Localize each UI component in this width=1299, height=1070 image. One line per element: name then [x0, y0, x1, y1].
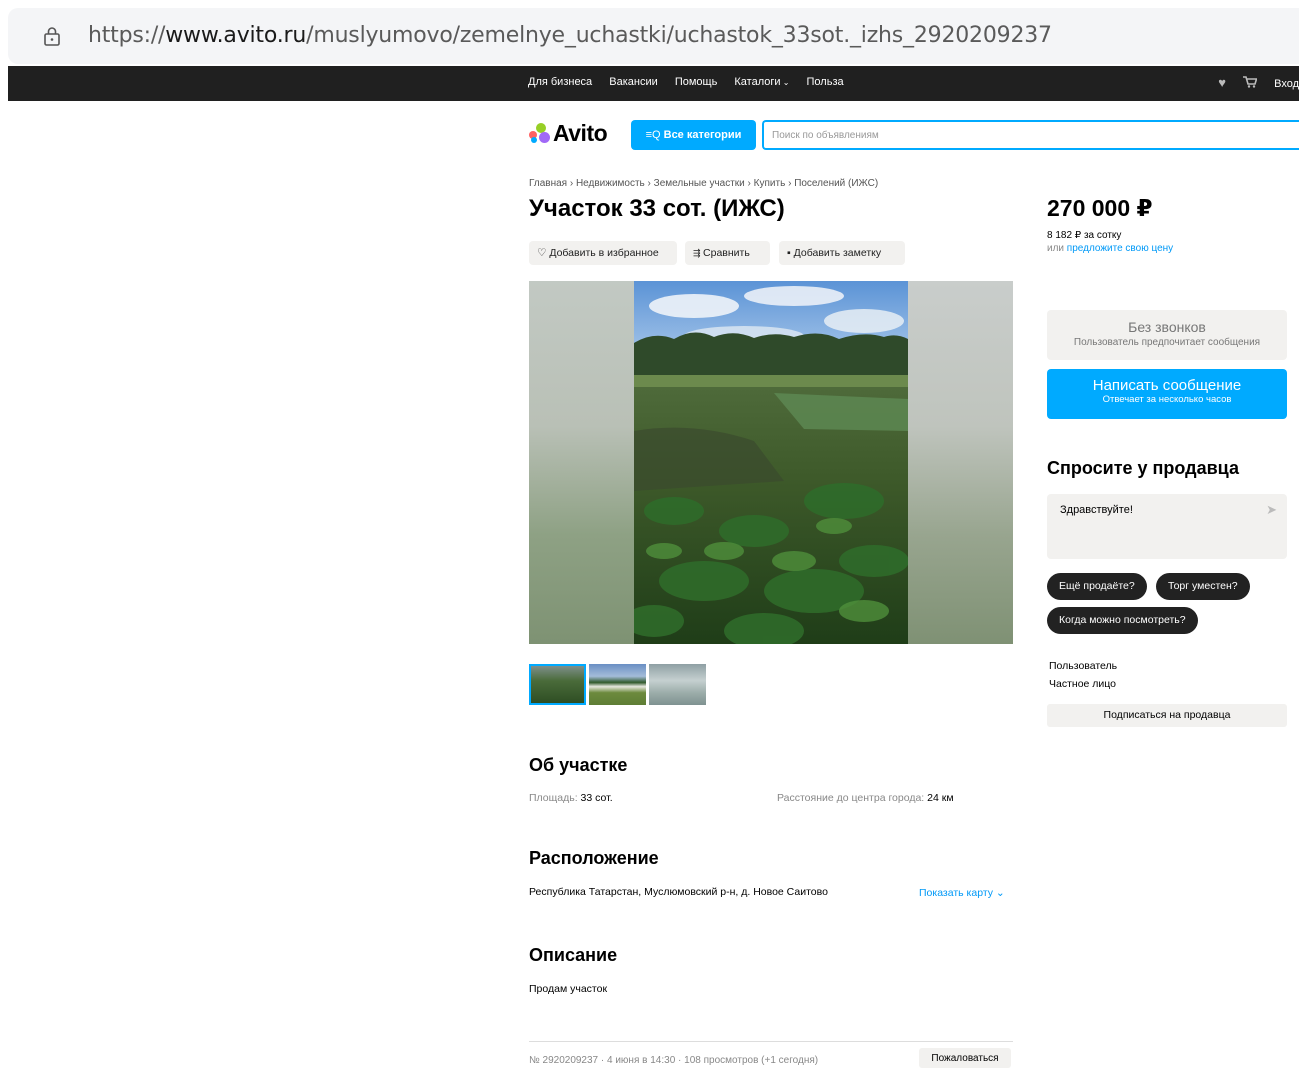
chevron-down-icon: ⌄	[780, 78, 790, 87]
nav-business[interactable]: Для бизнеса	[528, 76, 592, 88]
menu-search-icon: ≡Q	[645, 129, 664, 141]
listing-meta: № 2920209237 · 4 июня в 14:30 · 108 прос…	[529, 1055, 819, 1066]
divider	[529, 1041, 1013, 1042]
heart-icon[interactable]: ♥	[1218, 75, 1226, 90]
login-link[interactable]: Вход	[1274, 78, 1299, 90]
main-photo[interactable]	[634, 281, 908, 644]
lock-icon	[44, 27, 60, 46]
nav-benefit[interactable]: Польза	[807, 76, 844, 88]
crumb-home[interactable]: Главная	[529, 178, 567, 189]
area-info: Площадь: 33 сот.	[529, 792, 613, 804]
cart-icon[interactable]	[1243, 75, 1258, 90]
thumbnail-1[interactable]	[529, 664, 586, 705]
gallery-blur-left	[529, 281, 634, 644]
seller-name[interactable]: Пользователь	[1049, 660, 1117, 672]
heart-outline-icon: ♡	[537, 247, 550, 259]
nav-help[interactable]: Помощь	[675, 76, 718, 88]
description-heading: Описание	[529, 945, 618, 965]
top-nav: Для бизнеса Вакансии Помощь Каталоги ⌄ П…	[8, 66, 1299, 101]
write-message-button[interactable]: Написать сообщение Отвечает за несколько…	[1047, 369, 1287, 419]
subscribe-button[interactable]: Подписаться на продавца	[1047, 704, 1287, 727]
seller-type: Частное лицо	[1049, 678, 1117, 690]
distance-info: Расстояние до центра города: 24 км	[777, 792, 954, 804]
compare-button[interactable]: ⇶ Сравнить	[685, 241, 770, 265]
quick-question-viewing[interactable]: Когда можно посмотреть?	[1047, 607, 1198, 634]
message-input[interactable]: Здравствуйте! ➤	[1047, 494, 1287, 559]
all-categories-button[interactable]: ≡Q Все категории	[631, 120, 756, 150]
thumbnail-3[interactable]	[649, 664, 706, 705]
browser-address-bar[interactable]: https://www.avito.ru/muslyumovo/zemelnye…	[8, 8, 1299, 64]
price-per-sotka: 8 182 ₽ за сотку	[1047, 230, 1122, 241]
location-heading: Расположение	[529, 848, 659, 868]
send-icon[interactable]: ➤	[1266, 502, 1277, 518]
compare-icon: ⇶	[693, 248, 704, 258]
crumb-izhs[interactable]: Поселений (ИЖС)	[794, 178, 878, 189]
quick-question-bargain[interactable]: Торг уместен?	[1156, 573, 1250, 600]
offer-price-link[interactable]: предложите свою цену	[1067, 243, 1173, 254]
crumb-land[interactable]: Земельные участки	[654, 178, 745, 189]
thumbnail-2[interactable]	[589, 664, 646, 705]
about-heading: Об участке	[529, 755, 628, 775]
add-note-button[interactable]: ▪ Добавить заметку	[779, 241, 905, 265]
url-text[interactable]: https://www.avito.ru/muslyumovo/zemelnye…	[88, 23, 1052, 48]
avito-logo[interactable]: Avito	[529, 120, 608, 147]
chevron-down-icon: ⌄	[993, 887, 1005, 899]
nav-catalogs[interactable]: Каталоги ⌄	[734, 76, 789, 88]
crumb-buy[interactable]: Купить	[754, 178, 786, 189]
add-favorite-button[interactable]: ♡ Добавить в избранное	[529, 241, 677, 265]
ask-seller-heading: Спросите у продавца	[1047, 458, 1239, 478]
nav-vacancies[interactable]: Вакансии	[609, 76, 658, 88]
address-text: Республика Татарстан, Муслюмовский р-н, …	[529, 886, 828, 898]
note-icon: ▪	[787, 247, 794, 259]
breadcrumb: Главная › Недвижимость › Земельные участ…	[529, 178, 879, 189]
no-calls-notice: Без звонков Пользователь предпочитает со…	[1047, 310, 1287, 360]
photo-gallery[interactable]	[529, 281, 1013, 644]
price: 270 000 ₽	[1047, 195, 1153, 221]
crumb-realty[interactable]: Недвижимость	[576, 178, 645, 189]
quick-question-still-selling[interactable]: Ещё продаёте?	[1047, 573, 1147, 600]
description-text: Продам участок	[529, 983, 608, 995]
show-map-link[interactable]: Показать карту ⌄	[919, 887, 1005, 899]
offer-price: или предложите свою цену	[1047, 243, 1174, 254]
complain-button[interactable]: Пожаловаться	[919, 1048, 1011, 1068]
page-title: Участок 33 сот. (ИЖС)	[529, 195, 785, 222]
search-input[interactable]: Поиск по объявлениям	[762, 120, 1299, 150]
gallery-blur-right	[908, 281, 1013, 644]
logo-dots-icon	[529, 123, 553, 143]
